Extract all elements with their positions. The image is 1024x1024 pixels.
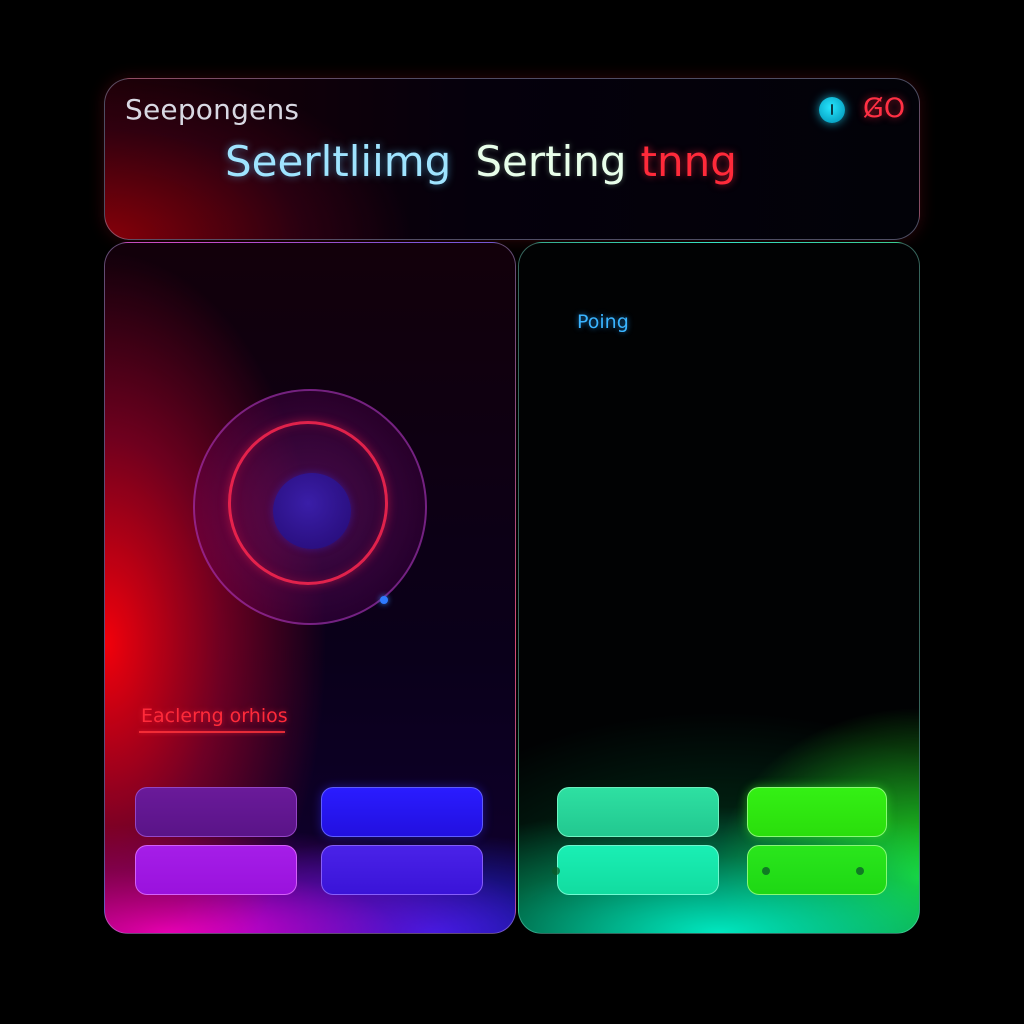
go-button[interactable]: G̸O [863,93,905,124]
page-title: Seerltliimg Serting tnng [225,137,737,186]
pad-button-teal[interactable] [557,787,719,837]
dial-indicator-dot [380,596,388,604]
pad-button-indigo[interactable] [321,845,483,895]
right-panel: Poing [518,242,920,934]
pad-button-blue[interactable] [321,787,483,837]
pad-button-purple[interactable] [135,787,297,837]
pad-button-aqua[interactable] [552,845,719,895]
right-panel-label: Poing [577,311,629,333]
header-panel: Seepongens Seerltliimg Serting tnng G̸O [104,78,920,240]
header-caption: Seepongens [125,93,300,126]
pad-indicator-dot [762,867,770,875]
pad-indicator-dot [552,867,560,875]
app-window: Seepongens Seerltliimg Serting tnng G̸O Ea… [0,0,1024,1024]
dial-control[interactable] [193,389,427,625]
left-label-underline [139,731,285,733]
left-panel-label: Eaclerng orhios [141,705,288,727]
pad-button-lime[interactable] [747,845,887,895]
status-dot-icon[interactable] [819,97,845,123]
title-part-3: tnng [640,137,737,186]
left-panel: Eaclerng orhios [104,242,516,934]
pad-button-green[interactable] [747,787,887,837]
title-part-1: Seerltliimg [225,137,452,186]
dial-knob[interactable] [273,473,351,549]
pad-button-magenta[interactable] [135,845,297,895]
pad-indicator-dot [856,867,864,875]
title-part-2: Serting [475,137,627,186]
